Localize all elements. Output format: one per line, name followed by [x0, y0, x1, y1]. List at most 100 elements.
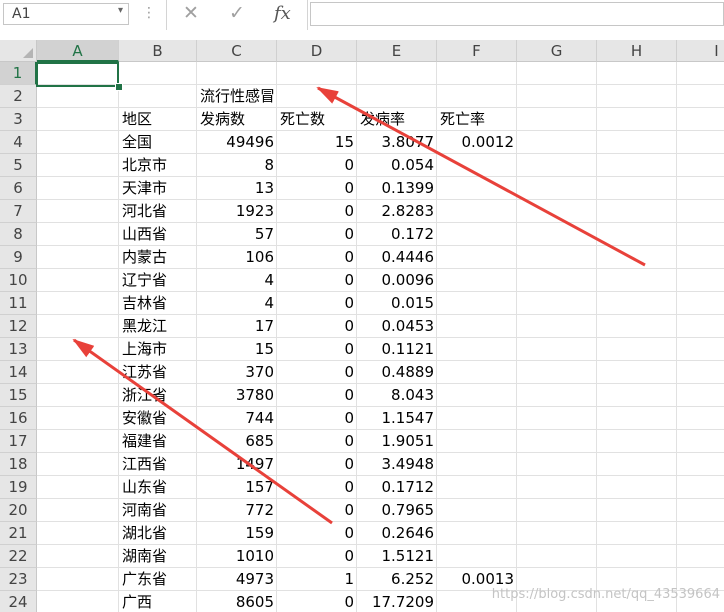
- region-cell[interactable]: 吉林省: [119, 292, 197, 315]
- column-header-c[interactable]: C: [197, 40, 277, 62]
- value-cell[interactable]: 6.252: [357, 568, 437, 591]
- header-cell[interactable]: 地区: [119, 108, 197, 131]
- value-cell[interactable]: 0.1121: [357, 338, 437, 361]
- region-cell[interactable]: 山西省: [119, 223, 197, 246]
- column-header-i[interactable]: I: [677, 40, 724, 62]
- value-cell[interactable]: 0: [277, 545, 357, 568]
- cancel-icon[interactable]: ✕: [183, 2, 199, 24]
- value-cell[interactable]: 0: [277, 453, 357, 476]
- value-cell[interactable]: 0.0012: [437, 131, 517, 154]
- column-header-e[interactable]: E: [357, 40, 437, 62]
- value-cell[interactable]: 0.4889: [357, 361, 437, 384]
- value-cell[interactable]: 370: [197, 361, 277, 384]
- value-cell[interactable]: 0: [277, 499, 357, 522]
- value-cell[interactable]: 4973: [197, 568, 277, 591]
- value-cell[interactable]: 0: [277, 407, 357, 430]
- value-cell[interactable]: 0.7965: [357, 499, 437, 522]
- region-cell[interactable]: 天津市: [119, 177, 197, 200]
- value-cell[interactable]: 3.4948: [357, 453, 437, 476]
- row-header-5[interactable]: 5: [0, 154, 37, 177]
- value-cell[interactable]: 4: [197, 292, 277, 315]
- row-header-24[interactable]: 24: [0, 591, 37, 612]
- value-cell[interactable]: 2.8283: [357, 200, 437, 223]
- row-header-16[interactable]: 16: [0, 407, 37, 430]
- row-header-21[interactable]: 21: [0, 522, 37, 545]
- region-cell[interactable]: 福建省: [119, 430, 197, 453]
- region-cell[interactable]: 安徽省: [119, 407, 197, 430]
- region-cell[interactable]: 湖北省: [119, 522, 197, 545]
- header-cell[interactable]: 死亡率: [437, 108, 517, 131]
- value-cell[interactable]: 0.2646: [357, 522, 437, 545]
- value-cell[interactable]: 8605: [197, 591, 277, 612]
- row-header-22[interactable]: 22: [0, 545, 37, 568]
- enter-icon[interactable]: ✓: [229, 2, 245, 24]
- column-header-a[interactable]: A: [37, 40, 119, 62]
- value-cell[interactable]: 772: [197, 499, 277, 522]
- value-cell[interactable]: 0: [277, 591, 357, 612]
- header-cell[interactable]: 发病率: [357, 108, 437, 131]
- chevron-down-icon[interactable]: ▾: [118, 5, 123, 16]
- value-cell[interactable]: 8: [197, 154, 277, 177]
- row-header-13[interactable]: 13: [0, 338, 37, 361]
- value-cell[interactable]: 0.0453: [357, 315, 437, 338]
- column-header-h[interactable]: H: [597, 40, 677, 62]
- value-cell[interactable]: 159: [197, 522, 277, 545]
- value-cell[interactable]: 0: [277, 223, 357, 246]
- value-cell[interactable]: 744: [197, 407, 277, 430]
- column-header-g[interactable]: G: [517, 40, 597, 62]
- value-cell[interactable]: 8.043: [357, 384, 437, 407]
- value-cell[interactable]: 0: [277, 154, 357, 177]
- value-cell[interactable]: 1497: [197, 453, 277, 476]
- value-cell[interactable]: 1.1547: [357, 407, 437, 430]
- select-all-button[interactable]: [0, 40, 37, 62]
- value-cell[interactable]: 0: [277, 476, 357, 499]
- value-cell[interactable]: 1010: [197, 545, 277, 568]
- row-header-9[interactable]: 9: [0, 246, 37, 269]
- value-cell[interactable]: 17: [197, 315, 277, 338]
- value-cell[interactable]: 1923: [197, 200, 277, 223]
- column-header-f[interactable]: F: [437, 40, 517, 62]
- value-cell[interactable]: 0: [277, 315, 357, 338]
- value-cell[interactable]: 57: [197, 223, 277, 246]
- value-cell[interactable]: 0: [277, 338, 357, 361]
- value-cell[interactable]: 1: [277, 568, 357, 591]
- value-cell[interactable]: 0: [277, 361, 357, 384]
- column-header-d[interactable]: D: [277, 40, 357, 62]
- row-header-17[interactable]: 17: [0, 430, 37, 453]
- value-cell[interactable]: 0.015: [357, 292, 437, 315]
- formula-input[interactable]: [310, 2, 724, 26]
- value-cell[interactable]: 4: [197, 269, 277, 292]
- value-cell[interactable]: 0.1399: [357, 177, 437, 200]
- region-cell[interactable]: 黑龙江: [119, 315, 197, 338]
- row-header-12[interactable]: 12: [0, 315, 37, 338]
- value-cell[interactable]: 17.7209: [357, 591, 437, 612]
- row-header-8[interactable]: 8: [0, 223, 37, 246]
- region-cell[interactable]: 全国: [119, 131, 197, 154]
- row-header-4[interactable]: 4: [0, 131, 37, 154]
- value-cell[interactable]: 0: [277, 177, 357, 200]
- region-cell[interactable]: 山东省: [119, 476, 197, 499]
- region-cell[interactable]: 江西省: [119, 453, 197, 476]
- column-header-b[interactable]: B: [119, 40, 197, 62]
- region-cell[interactable]: 广西: [119, 591, 197, 612]
- fill-handle[interactable]: [115, 83, 123, 91]
- row-header-1[interactable]: 1: [0, 62, 37, 85]
- value-cell[interactable]: 0: [277, 522, 357, 545]
- region-cell[interactable]: 辽宁省: [119, 269, 197, 292]
- value-cell[interactable]: 0: [277, 384, 357, 407]
- value-cell[interactable]: 0: [277, 292, 357, 315]
- value-cell[interactable]: 0: [277, 430, 357, 453]
- value-cell[interactable]: 106: [197, 246, 277, 269]
- value-cell[interactable]: 0.054: [357, 154, 437, 177]
- value-cell[interactable]: 3780: [197, 384, 277, 407]
- row-header-23[interactable]: 23: [0, 568, 37, 591]
- row-header-6[interactable]: 6: [0, 177, 37, 200]
- region-cell[interactable]: 湖南省: [119, 545, 197, 568]
- value-cell[interactable]: 0: [277, 246, 357, 269]
- value-cell[interactable]: 0: [277, 200, 357, 223]
- value-cell[interactable]: 0.172: [357, 223, 437, 246]
- row-header-11[interactable]: 11: [0, 292, 37, 315]
- value-cell[interactable]: 685: [197, 430, 277, 453]
- value-cell[interactable]: 0.1712: [357, 476, 437, 499]
- value-cell[interactable]: 13: [197, 177, 277, 200]
